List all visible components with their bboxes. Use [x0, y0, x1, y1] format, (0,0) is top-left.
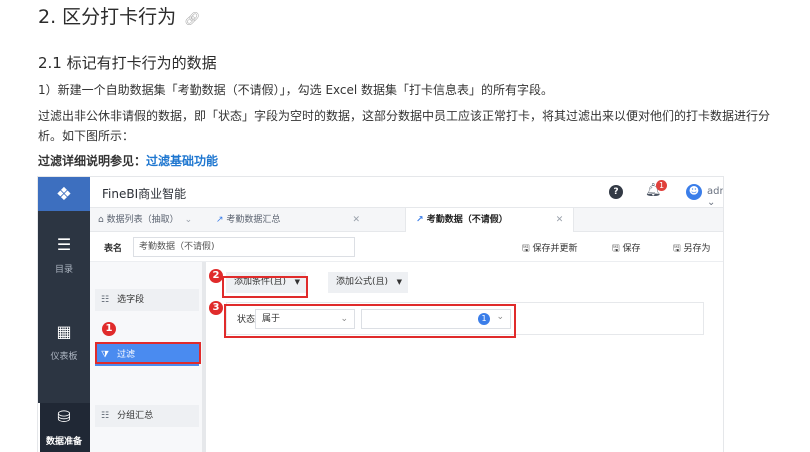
- paragraph-reference: 过滤详细说明参见：过滤基础功能: [38, 154, 219, 168]
- step-filter[interactable]: ⧩ 过滤: [95, 344, 199, 366]
- value-select[interactable]: 1 ⌄: [361, 309, 511, 329]
- paragraph-filter-desc: 过滤出非公休非请假的数据，即「状态」字段为空时的数据，这部分数据中员工应该正常打…: [38, 109, 771, 143]
- anchor-link-icon[interactable]: 🔗︎: [184, 12, 201, 27]
- save-update-button[interactable]: 🖫︎ 保存并更新: [522, 241, 578, 257]
- tab-attendance-no-leave[interactable]: ↗ 考勤数据（不请假） ✕: [405, 208, 575, 232]
- filter-basics-link[interactable]: 过滤基础功能: [146, 154, 218, 168]
- marker-3: 3: [209, 301, 223, 315]
- group-icon: ☷: [101, 411, 110, 421]
- user-menu[interactable]: admin ⌄: [707, 186, 723, 208]
- avatar[interactable]: ☻: [686, 184, 702, 200]
- caret-down-icon: ▼: [294, 278, 300, 286]
- list-icon: ☰: [56, 235, 72, 254]
- brand-title: FineBI商业智能: [102, 187, 187, 201]
- step-group-summary[interactable]: ☷ 分组汇总: [95, 405, 199, 427]
- paragraph-step1: 1）新建一个自助数据集「考勤数据（不请假）」，勾选 Excel 数据集「打卡信息…: [38, 83, 554, 97]
- chevron-down-icon: ⌄: [340, 314, 348, 324]
- step-select-fields[interactable]: ☷ 选字段: [95, 289, 199, 311]
- dataset-icon: ↗: [216, 215, 224, 225]
- select-fields-icon: ☷: [101, 295, 110, 305]
- step-panel: ☷ 选字段 ⧩ 过滤 ☷ 分组汇总: [90, 262, 206, 452]
- close-icon[interactable]: ✕: [352, 215, 360, 225]
- nav-item-data-prep[interactable]: ⛁ 数据准备: [38, 403, 90, 452]
- add-formula-button[interactable]: 添加公式(且) ▼: [328, 272, 408, 293]
- left-nav: ❖ ☰ 目录 ▦ 仪表板 ⛁ 数据准备: [38, 177, 90, 452]
- marker-1: 1: [102, 322, 116, 336]
- save-as-button[interactable]: 🖫︎ 另存为: [673, 241, 711, 257]
- filter-editor: 添加条件(且) ▼ 添加公式(且) ▼ 状态 属于 ⌄ 1 ⌄: [210, 262, 723, 452]
- tab-bar: ⌂ 数据列表（抽取） ⌄ ↗ 考勤数据汇总 ✕ ↗ 考勤数据（不请假） ✕: [90, 208, 723, 232]
- subsection-heading: 2.1 标记有打卡行为的数据: [38, 54, 217, 72]
- save-button[interactable]: 🖫︎ 保存: [612, 241, 641, 257]
- tab-attendance-summary[interactable]: ↗ 考勤数据汇总 ✕: [216, 208, 360, 232]
- marker-2: 2: [209, 269, 223, 283]
- operator-select[interactable]: 属于 ⌄: [255, 309, 355, 329]
- caret-down-icon: ▼: [396, 278, 402, 286]
- help-icon[interactable]: ?: [609, 185, 623, 199]
- tab-data-list[interactable]: ⌂ 数据列表（抽取） ⌄: [98, 208, 192, 232]
- save-icon: 🖫︎: [612, 244, 620, 254]
- save-as-icon: 🖫︎: [673, 244, 681, 254]
- top-bar: FineBI商业智能 ? 🔔︎ 1 ☻ admin ⌄: [90, 177, 723, 208]
- add-condition-button[interactable]: 添加条件(且) ▼: [226, 272, 306, 293]
- dashboard-icon: ▦: [56, 322, 72, 341]
- home-icon: ⌂: [98, 215, 104, 225]
- notification-badge: 1: [656, 180, 667, 191]
- dataset-icon: ↗: [416, 215, 424, 225]
- value-count-badge: 1: [478, 313, 490, 325]
- database-icon: ⛁: [57, 407, 71, 426]
- chevron-down-icon: ⌄: [184, 215, 193, 225]
- finebi-screenshot: ❖ ☰ 目录 ▦ 仪表板 ⛁ 数据准备 FineBI商业智能 ? 🔔︎ 1 ☻ …: [37, 176, 724, 452]
- nav-item-catalog[interactable]: ☰ 目录: [38, 235, 90, 281]
- table-name-bar: 表名 考勤数据（不请假) 🖫︎ 保存并更新 🖫︎ 保存 🖫︎ 另存为: [90, 232, 723, 262]
- close-icon[interactable]: ✕: [556, 215, 564, 225]
- table-name-input[interactable]: 考勤数据（不请假): [133, 237, 355, 257]
- save-icon: 🖫︎: [522, 244, 530, 254]
- chevron-down-icon: ⌄: [496, 312, 504, 322]
- condition-field: 状态: [237, 315, 256, 325]
- nav-item-dashboard[interactable]: ▦ 仪表板: [38, 322, 90, 368]
- section-heading: 2. 区分打卡行为 🔗︎: [38, 6, 201, 28]
- condition-row: 状态 属于 ⌄ 1 ⌄: [226, 302, 704, 335]
- table-name-label: 表名: [104, 244, 123, 254]
- filter-icon: ⧩: [101, 350, 110, 360]
- finebi-logo-icon: ❖: [38, 177, 90, 211]
